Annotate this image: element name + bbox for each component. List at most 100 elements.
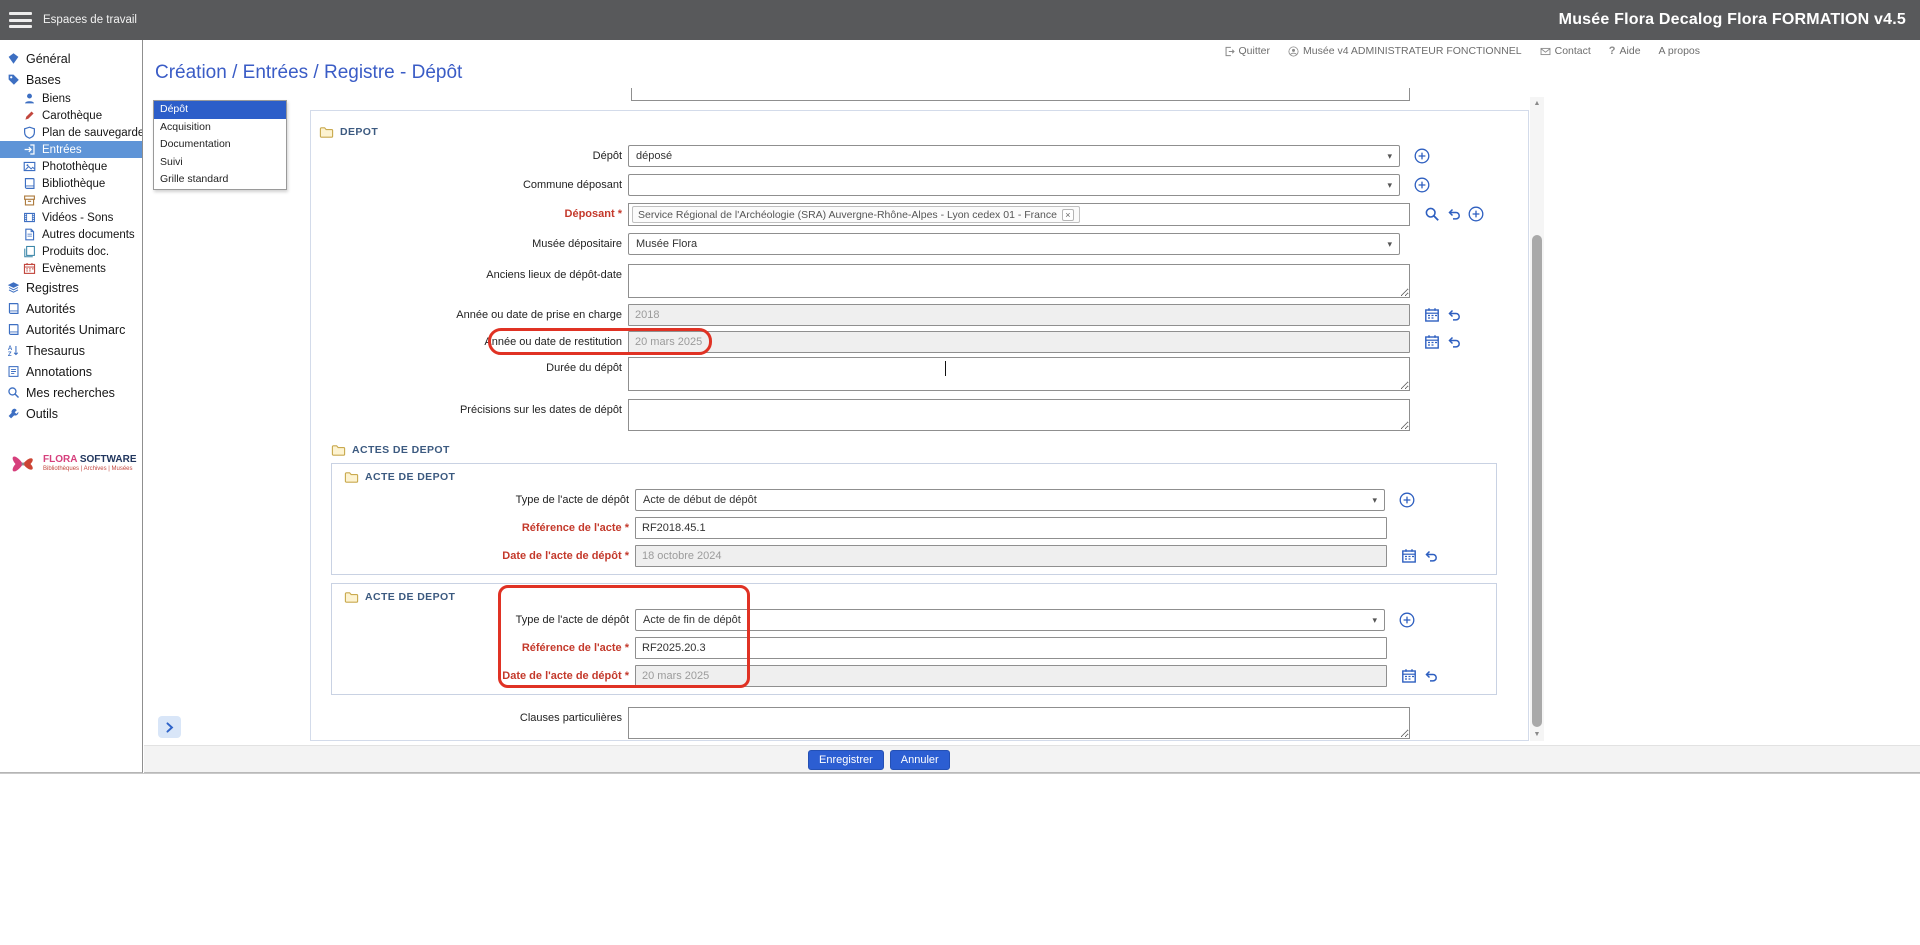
hamburger-menu-icon[interactable] — [9, 12, 32, 28]
field-label: Type de l'acte de dépôt — [332, 609, 635, 626]
musee-select[interactable]: Musée Flora ▾ — [628, 233, 1400, 255]
select-value: Musée Flora — [636, 238, 697, 250]
folder-icon — [331, 443, 346, 458]
field-label: Type de l'acte de dépôt — [332, 489, 635, 506]
sidebar-item-autres-documents[interactable]: Autres documents — [0, 226, 142, 243]
reference-input-2[interactable] — [635, 637, 1387, 659]
sidebar-item-carotheque[interactable]: Carothèque — [0, 107, 142, 124]
type-acte-select-2[interactable]: Acte de fin de dépôt ▾ — [635, 609, 1385, 631]
date-acte-input-1[interactable] — [635, 545, 1387, 567]
reference-input-1[interactable] — [635, 517, 1387, 539]
calendar-icon[interactable] — [1401, 548, 1417, 564]
save-button[interactable]: Enregistrer — [808, 750, 884, 770]
calendar-icon[interactable] — [1424, 334, 1440, 350]
tab-acquisition[interactable]: Acquisition — [154, 119, 286, 137]
sidebar-item-general[interactable]: Général — [0, 48, 142, 69]
depot-select[interactable]: déposé ▾ — [628, 145, 1400, 167]
anciens-lieux-textarea[interactable] — [628, 264, 1410, 298]
field-row-reference-2: Référence de l'acte * — [332, 637, 1496, 659]
workspace-label[interactable]: Espaces de travail — [43, 14, 137, 26]
field-row-commune: Commune déposant ▾ — [311, 174, 1528, 196]
undo-icon[interactable] — [1423, 668, 1439, 684]
scroll-up-icon[interactable]: ▲ — [1530, 97, 1544, 110]
add-icon[interactable] — [1399, 492, 1415, 508]
scrollbar-thumb[interactable] — [1532, 235, 1542, 727]
help-link[interactable]: ? Aide — [1609, 45, 1641, 57]
chevron-down-icon[interactable]: ▾ — [1387, 180, 1392, 191]
tab-documentation[interactable]: Documentation — [154, 136, 286, 154]
date-acte-input-2[interactable] — [635, 665, 1387, 687]
field-label: Clauses particulières — [311, 707, 628, 724]
field-label-required: Date de l'acte de dépôt * — [332, 665, 635, 682]
question-mark-icon: ? — [1609, 45, 1616, 57]
select-value: Acte de fin de dépôt — [643, 614, 741, 626]
sidebar-item-label: Thesaurus — [26, 344, 85, 358]
sidebar-item-autorites-unimarc[interactable]: Autorités Unimarc — [0, 319, 142, 340]
sidebar-item-thesaurus[interactable]: Thesaurus — [0, 340, 142, 361]
utility-bar: Quitter Musée v4 ADMINISTRATEUR FONCTION… — [1224, 40, 1701, 62]
quit-button[interactable]: Quitter — [1224, 45, 1271, 57]
scroll-down-icon[interactable]: ▼ — [1530, 728, 1544, 741]
calendar-icon[interactable] — [1401, 668, 1417, 684]
search-icon[interactable] — [1424, 206, 1440, 222]
chevron-down-icon[interactable]: ▾ — [1372, 495, 1377, 506]
tab-suivi[interactable]: Suivi — [154, 154, 286, 172]
field-label-required: Référence de l'acte * — [332, 517, 635, 534]
sidebar-item-videos-sons[interactable]: Vidéos - Sons — [0, 209, 142, 226]
chevron-down-icon[interactable]: ▾ — [1387, 151, 1392, 162]
sidebar-item-biens[interactable]: Biens — [0, 90, 142, 107]
book-icon — [7, 302, 20, 315]
sidebar-item-archives[interactable]: Archives — [0, 192, 142, 209]
grid-tab-list: Dépôt Acquisition Documentation Suivi Gr… — [153, 100, 287, 190]
contact-link[interactable]: Contact — [1540, 45, 1591, 57]
prise-en-charge-input[interactable] — [628, 304, 1410, 326]
footer-action-bar: Enregistrer Annuler — [144, 745, 1920, 773]
restitution-input[interactable] — [628, 331, 1410, 353]
partial-field[interactable] — [631, 88, 1410, 101]
add-icon[interactable] — [1414, 148, 1430, 164]
sidebar: Général Bases Biens Carothèque Plan de s… — [0, 40, 143, 773]
tab-depot[interactable]: Dépôt — [154, 101, 286, 119]
clauses-textarea[interactable] — [628, 707, 1410, 739]
butterfly-icon — [8, 448, 38, 478]
commune-select[interactable]: ▾ — [628, 174, 1400, 196]
select-value: Acte de début de dépôt — [643, 494, 757, 506]
field-row-reference-1: Référence de l'acte * — [332, 517, 1496, 539]
cancel-button[interactable]: Annuler — [890, 750, 950, 770]
chevron-down-icon[interactable]: ▾ — [1372, 615, 1377, 626]
sidebar-item-phototheque[interactable]: Photothèque — [0, 158, 142, 175]
vertical-scrollbar[interactable]: ▲ ▼ — [1530, 97, 1544, 741]
undo-icon[interactable] — [1446, 334, 1462, 350]
sidebar-item-registres[interactable]: Registres — [0, 277, 142, 298]
duree-textarea[interactable] — [628, 357, 1410, 391]
calendar-icon[interactable] — [1424, 307, 1440, 323]
type-acte-select-1[interactable]: Acte de début de dépôt ▾ — [635, 489, 1385, 511]
undo-icon[interactable] — [1446, 307, 1462, 323]
section-header-acte: ACTE DE DEPOT — [344, 470, 1496, 484]
sidebar-item-bases[interactable]: Bases — [0, 69, 142, 90]
sidebar-item-evenements[interactable]: Evènements — [0, 260, 142, 277]
sidebar-item-produits-doc[interactable]: Produits doc. — [0, 243, 142, 260]
sidebar-item-bibliotheque[interactable]: Bibliothèque — [0, 175, 142, 192]
sidebar-item-mes-recherches[interactable]: Mes recherches — [0, 382, 142, 403]
expand-panel-button[interactable] — [158, 716, 181, 738]
undo-icon[interactable] — [1423, 548, 1439, 564]
sidebar-item-autorites[interactable]: Autorités — [0, 298, 142, 319]
add-icon[interactable] — [1468, 206, 1484, 222]
add-icon[interactable] — [1414, 177, 1430, 193]
chevron-down-icon[interactable]: ▾ — [1387, 239, 1392, 250]
sidebar-item-annotations[interactable]: Annotations — [0, 361, 142, 382]
current-user[interactable]: Musée v4 ADMINISTRATEUR FONCTIONNEL — [1288, 45, 1522, 57]
remove-chip-icon[interactable]: × — [1062, 209, 1074, 221]
precisions-textarea[interactable] — [628, 399, 1410, 431]
tab-grille-standard[interactable]: Grille standard — [154, 171, 286, 189]
add-icon[interactable] — [1399, 612, 1415, 628]
about-link[interactable]: A propos — [1659, 45, 1700, 57]
sidebar-item-entrees[interactable]: Entrées — [0, 141, 142, 158]
sidebar-item-plan-de-sauvegarde[interactable]: Plan de sauvegarde — [0, 124, 142, 141]
page-bottom-divider — [0, 773, 1920, 774]
sidebar-item-outils[interactable]: Outils — [0, 403, 142, 424]
undo-icon[interactable] — [1446, 206, 1462, 222]
sidebar-item-label: Photothèque — [42, 161, 107, 173]
deposant-field[interactable]: Service Régional de l'Archéologie (SRA) … — [628, 203, 1410, 226]
